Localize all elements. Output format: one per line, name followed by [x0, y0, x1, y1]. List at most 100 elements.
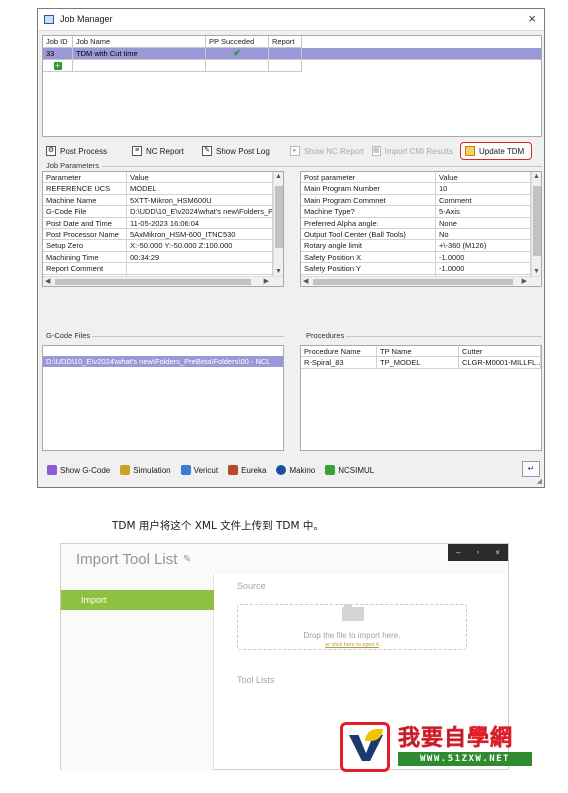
show-nc-report-button[interactable]: ▸ Show NC Report — [286, 142, 368, 160]
job-params-body: REFERENCE UCS MODEL Machine Name 5XTT-Mikro… — [43, 183, 283, 286]
col-header[interactable]: Job ID — [43, 36, 73, 48]
exit-button[interactable]: ↵ — [522, 461, 540, 477]
table-row[interactable]: Main Program Commnet Comment — [301, 194, 541, 207]
maximize-icon[interactable]: ▫ — [476, 548, 479, 557]
table-row[interactable]: G-Code File D:\UDD\10_E\v2024\what's new\… — [43, 206, 283, 218]
scroll-thumb[interactable] — [533, 186, 541, 256]
table-row[interactable]: R-Spiral_83 TP_MODEL CLGR-M0001-MILLFL..… — [301, 357, 541, 369]
scroll-down-icon[interactable]: ▼ — [275, 268, 282, 275]
import-cmi-button[interactable]: ▦ Import CMI Results — [368, 142, 456, 160]
vertical-scrollbar[interactable]: ▲ ▼ — [273, 172, 283, 276]
col-header[interactable]: Cutter — [459, 346, 541, 358]
empty-cell — [206, 60, 269, 72]
scroll-thumb[interactable] — [275, 186, 283, 248]
report-cell[interactable] — [269, 48, 302, 60]
list-item[interactable]: D:\UDD\10_E\v2024\what's new\Folders_Pre… — [43, 356, 283, 368]
parameter-value: -1.0000 — [436, 251, 531, 264]
parameter-value: 00:34:29 — [127, 251, 273, 264]
row-fill — [302, 48, 541, 60]
caption-text: TDM 用户将这个 XML 文件上传到 TDM 中。 — [112, 520, 324, 532]
window-controls: – ▫ × — [448, 544, 508, 561]
show-nc-report-label: Show NC Report — [303, 146, 364, 156]
table-row[interactable]: Safety Position X -1.0000 — [301, 251, 541, 264]
table-row[interactable]: Post Processor Name 5AxMikron_HSM-600_ITN… — [43, 228, 283, 241]
parameter-value: MODEL — [127, 183, 273, 195]
table-row[interactable]: Report Comment — [43, 263, 283, 275]
parameter-name: Report Comment — [43, 263, 127, 275]
gcode-files-list: D:\UDD\10_E\v2024\what's new\Folders_Pre… — [42, 345, 284, 451]
open-file-link[interactable]: or click here to open it — [238, 642, 466, 648]
parameter-value: 5-Axis — [436, 206, 531, 218]
col-header[interactable]: Report — [269, 36, 302, 48]
scroll-down-icon[interactable]: ▼ — [533, 268, 540, 275]
parameter-name: Post Processor Name — [43, 228, 127, 241]
resize-grip-icon[interactable]: ◢ — [537, 477, 542, 485]
scroll-thumb[interactable] — [55, 279, 251, 285]
table-row[interactable]: Post Date and Time 11-05-2023 16:06:04 — [43, 217, 283, 229]
scroll-up-icon[interactable]: ▲ — [533, 173, 540, 180]
job-id: 33 — [43, 48, 73, 60]
sidebar-item-import[interactable]: Import — [61, 590, 214, 610]
table-row[interactable]: Main Program Number 10 — [301, 183, 541, 195]
col-header[interactable]: PP Succeded — [206, 36, 269, 48]
add-row-icon[interactable]: + — [53, 62, 62, 70]
col-header[interactable]: Parameter — [43, 172, 127, 184]
parameter-value: +\-360 (M126) — [436, 240, 531, 252]
scroll-thumb[interactable] — [313, 279, 513, 285]
horizontal-scrollbar[interactable]: ◀ ▶ — [301, 276, 541, 286]
parameter-value: No — [436, 228, 531, 241]
new-row[interactable]: + — [43, 60, 302, 72]
minimize-icon[interactable]: – — [456, 548, 460, 557]
table-row[interactable]: 33 TDM with Cut time ✔ — [43, 48, 541, 60]
update-tdm-button[interactable]: Update TDM — [460, 142, 532, 160]
watermark-url: WWW.51ZXW.NET — [398, 752, 532, 766]
parameter-name: Safety Position X — [301, 251, 436, 264]
table-row[interactable]: Output Tool Center (Ball Tools) No — [301, 228, 541, 241]
nc-report-button[interactable]: ≡ NC Report — [128, 142, 198, 160]
job-name: TDM with Cut time — [73, 48, 206, 60]
scroll-up-icon[interactable]: ▲ — [275, 173, 282, 180]
col-header[interactable]: Job Name — [73, 36, 206, 48]
col-header[interactable]: TP Name — [377, 346, 459, 358]
scroll-right-icon[interactable]: ▶ — [264, 278, 269, 285]
show-gcode-button[interactable]: Show G-Code — [42, 465, 115, 475]
scroll-right-icon[interactable]: ▶ — [522, 278, 527, 285]
gcode-file-path: D:\UDD\10_E\v2024\what's new\Folders_Pre… — [46, 357, 271, 366]
table-row[interactable]: Machine Name 5XTT-Mikron_HSM600U — [43, 194, 283, 207]
vericut-button[interactable]: Vericut — [176, 465, 223, 475]
table-row[interactable]: REFERENCE UCS MODEL — [43, 183, 283, 195]
procedures-label: Procedures — [306, 331, 345, 340]
eureka-button[interactable]: Eureka — [223, 465, 271, 475]
pin-icon[interactable]: ✎ — [183, 554, 191, 565]
parameter-name: Main Program Number — [301, 183, 436, 195]
simulation-button[interactable]: Simulation — [115, 465, 175, 475]
close-icon[interactable]: × — [528, 11, 536, 26]
show-post-log-button[interactable]: ✎ Show Post Log — [198, 142, 286, 160]
col-header[interactable]: Value — [127, 172, 273, 184]
horizontal-scrollbar[interactable]: ◀ ▶ — [43, 276, 283, 286]
makino-button[interactable]: Makino — [271, 465, 320, 475]
post-process-label: Post Process — [60, 146, 108, 156]
cutter: CLGR-M0001-MILLFL... — [459, 357, 541, 369]
close-icon[interactable]: × — [495, 548, 500, 557]
vertical-scrollbar[interactable]: ▲ ▼ — [531, 172, 541, 276]
col-header[interactable]: Value — [436, 172, 531, 184]
col-header[interactable]: Post parameter — [301, 172, 436, 184]
table-row[interactable]: Machine Type? 5-Axis — [301, 206, 541, 218]
ncsimul-button[interactable]: NCSIMUL — [320, 465, 379, 475]
parameter-name: G-Code File — [43, 206, 127, 218]
parameter-value: 5XTT-Mikron_HSM600U — [127, 194, 273, 207]
jobs-table: Job ID Job Name PP Succeded Report 33 TD… — [42, 35, 542, 137]
table-row[interactable]: Machining Time 00:34:29 — [43, 251, 283, 264]
col-header[interactable]: Procedure Name — [301, 346, 377, 358]
post-process-button[interactable]: ⚙ Post Process — [42, 142, 128, 160]
table-row[interactable]: Rotary angle limit +\-360 (M126) — [301, 240, 541, 252]
file-drop-zone[interactable]: Drop the file to import here. or click h… — [237, 604, 467, 650]
scroll-left-icon[interactable]: ◀ — [45, 278, 50, 285]
table-row[interactable]: Preferred Alpha angle: None — [301, 217, 541, 229]
table-row[interactable]: Setup Zero X:-50.000 Y:-50.000 Z:100.000 — [43, 240, 283, 252]
table-row[interactable]: Safety Position Y -1.0000 — [301, 263, 541, 275]
scroll-left-icon[interactable]: ◀ — [303, 278, 308, 285]
tool-lists-label: Tool Lists — [237, 675, 275, 685]
post-params-body: Main Program Number 10 Main Program Commne… — [301, 183, 541, 286]
